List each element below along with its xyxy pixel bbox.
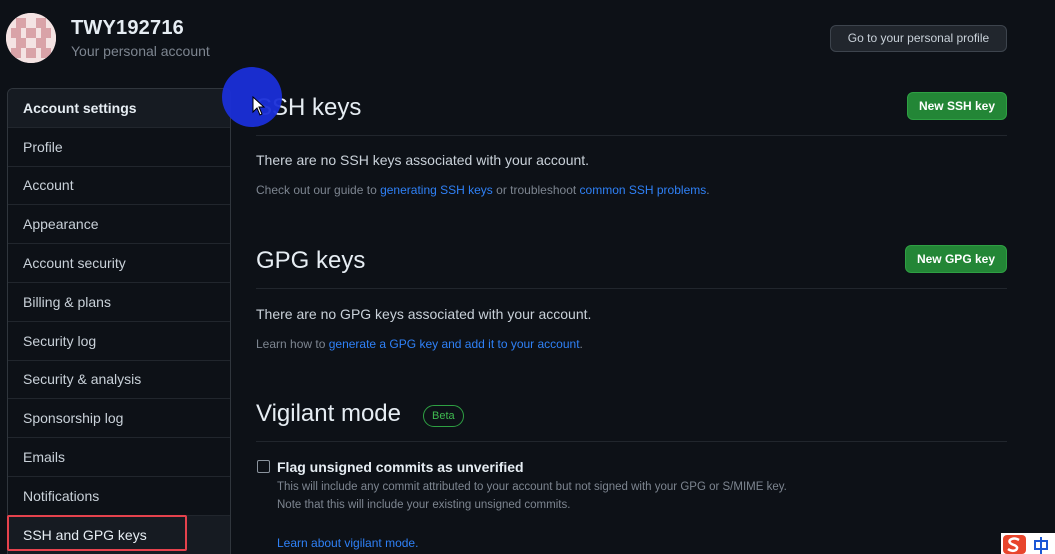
vigilant-note-2: Note that this will include your existin… [277,499,571,511]
sidebar-item-account[interactable]: Account [8,167,230,206]
sidebar-heading: Account settings [8,89,230,128]
gpg-empty-message: There are no GPG keys associated with yo… [256,306,592,322]
sidebar-item-sponsorship-log[interactable]: Sponsorship log [8,399,230,439]
divider [256,441,1007,442]
sidebar-item-appearance[interactable]: Appearance [8,205,230,245]
settings-sidebar: Account settings Profile Account Appeara… [7,88,231,554]
ssh-help-prefix: Check out our guide to [256,183,381,197]
gpg-help-prefix: Learn how to [256,337,329,351]
gpg-keys-title: GPG keys [256,247,366,274]
avatar[interactable] [6,13,56,63]
learn-vigilant-mode-link[interactable]: Learn about vigilant mode. [277,536,418,550]
generating-ssh-keys-link[interactable]: generating SSH keys [380,183,493,197]
username: TWY192716 [71,17,184,39]
new-ssh-key-button[interactable]: New SSH key [907,92,1007,120]
gpg-help-suffix: . [579,337,583,351]
ssh-help-suffix: . [706,183,710,197]
ssh-empty-message: There are no SSH keys associated with yo… [256,152,590,168]
sidebar-item-account-security[interactable]: Account security [8,244,230,283]
sidebar-item-security-analysis[interactable]: Security & analysis [8,361,230,400]
common-ssh-problems-link[interactable]: common SSH problems [580,183,707,197]
go-to-profile-button[interactable]: Go to your personal profile [830,25,1007,52]
identicon-avatar-icon [6,13,56,63]
divider [256,288,1007,289]
beta-badge: Beta [423,405,464,427]
flag-unsigned-commits-checkbox[interactable] [257,460,270,473]
vigilant-note-1: This will include any commit attributed … [277,481,787,493]
account-type: Your personal account [71,43,210,59]
sidebar-item-ssh-gpg-keys[interactable]: SSH and GPG keys [8,515,230,554]
sogou-ime-icon[interactable] [1001,533,1055,554]
gpg-help-text: Learn how to generate a GPG key and add … [256,337,583,351]
sidebar-item-notifications[interactable]: Notifications [8,477,230,516]
ssh-help-middle: or troubleshoot [492,183,580,197]
sidebar-item-emails[interactable]: Emails [8,438,230,477]
divider [256,135,1007,136]
settings-page: TWY192716 Your personal account Go to yo… [0,0,1055,554]
mouse-pointer-icon [252,96,266,116]
sidebar-item-profile[interactable]: Profile [8,128,230,167]
sidebar-item-security-log[interactable]: Security log [8,322,230,361]
ssh-help-text: Check out our guide to generating SSH ke… [256,183,710,197]
vigilant-mode-title: Vigilant mode [256,400,401,427]
flag-unsigned-commits-label[interactable]: Flag unsigned commits as unverified [277,459,524,475]
sidebar-item-billing[interactable]: Billing & plans [8,283,230,322]
generate-gpg-key-link[interactable]: generate a GPG key and add it to your ac… [329,337,580,351]
new-gpg-key-button[interactable]: New GPG key [905,245,1007,273]
